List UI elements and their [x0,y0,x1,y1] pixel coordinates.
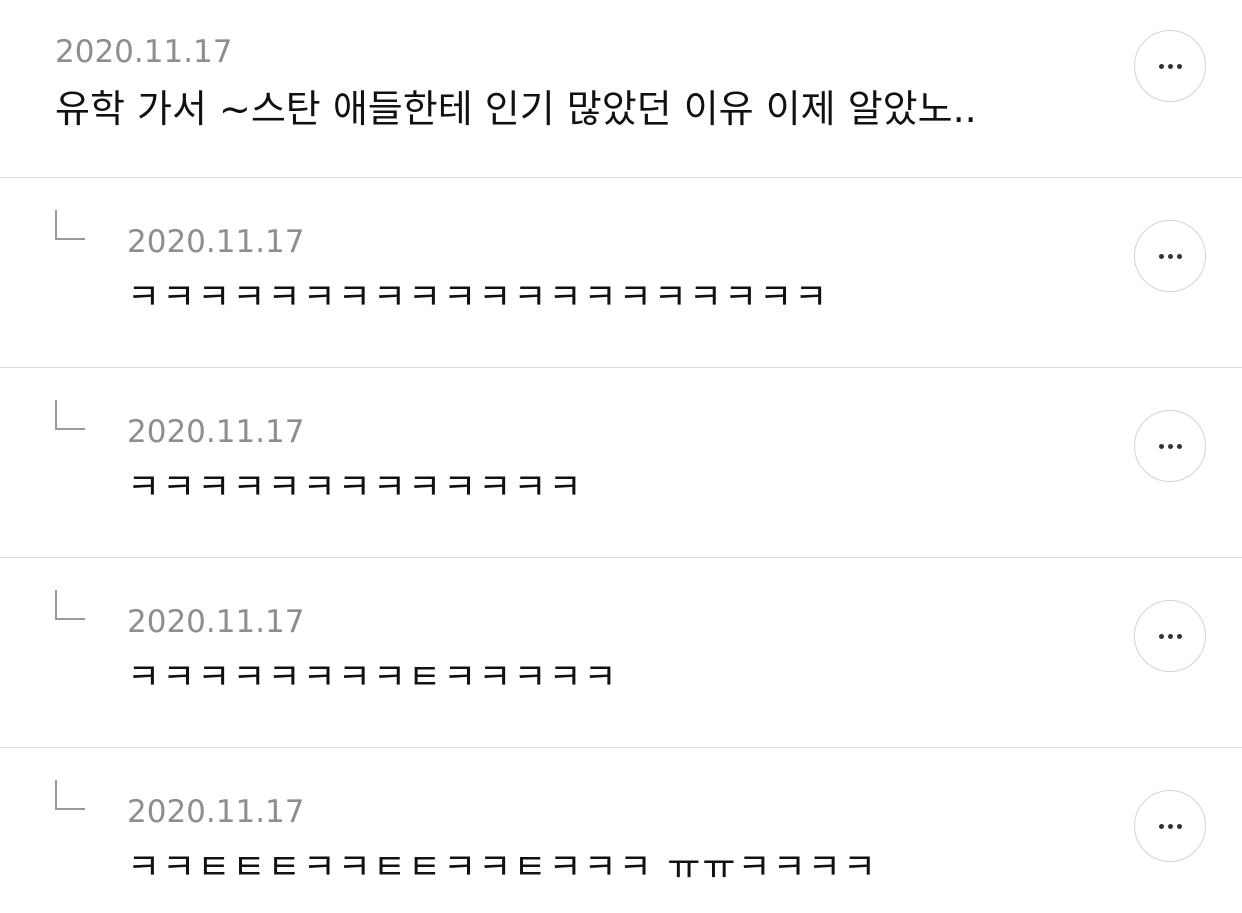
more-horizontal-icon [1158,633,1182,639]
reply-date: 2020.11.17 [127,794,305,830]
comment-item: 2020.11.17 유학 가서 ~스탄 애들한테 인기 많았던 이유 이제 알… [0,0,1242,178]
reply-text: ㅋㅋㅋㅋㅋㅋㅋㅋㅋㅋㅋㅋㅋㅋㅋㅋㅋㅋㅋㅋ [127,277,830,318]
more-options-button[interactable] [1134,410,1206,482]
reply-text: ㅋㅋㅌㅌㅌㅋㅋㅌㅌㅋㅋㅌㅋㅋㅋ ㅠㅠㅋㅋㅋㅋ [127,847,878,888]
reply-date: 2020.11.17 [127,414,305,450]
more-options-button[interactable] [1134,30,1206,102]
reply-date: 2020.11.17 [127,604,305,640]
reply-arrow-icon [55,400,85,430]
reply-arrow-icon [55,210,85,240]
comment-date: 2020.11.17 [55,34,233,70]
more-horizontal-icon [1158,823,1182,829]
comment-text: 유학 가서 ~스탄 애들한테 인기 많았던 이유 이제 알았노.. [55,87,977,131]
more-horizontal-icon [1158,253,1182,259]
reply-item: 2020.11.17 ㅋㅋㅋㅋㅋㅋㅋㅋㅋㅋㅋㅋㅋㅋㅋㅋㅋㅋㅋㅋ [0,178,1242,368]
reply-text: ㅋㅋㅋㅋㅋㅋㅋㅋㅋㅋㅋㅋㅋ [127,467,584,508]
reply-item: 2020.11.17 ㅋㅋㅋㅋㅋㅋㅋㅋㅌㅋㅋㅋㅋㅋ [0,558,1242,748]
more-horizontal-icon [1158,63,1182,69]
reply-arrow-icon [55,590,85,620]
reply-item: 2020.11.17 ㅋㅋㅋㅋㅋㅋㅋㅋㅋㅋㅋㅋㅋ [0,368,1242,558]
reply-arrow-icon [55,780,85,810]
more-options-button[interactable] [1134,600,1206,672]
more-horizontal-icon [1158,443,1182,449]
more-options-button[interactable] [1134,790,1206,862]
reply-item: 2020.11.17 ㅋㅋㅌㅌㅌㅋㅋㅌㅌㅋㅋㅌㅋㅋㅋ ㅠㅠㅋㅋㅋㅋ [0,748,1242,913]
reply-date: 2020.11.17 [127,224,305,260]
reply-text: ㅋㅋㅋㅋㅋㅋㅋㅋㅌㅋㅋㅋㅋㅋ [127,657,619,698]
more-options-button[interactable] [1134,220,1206,292]
